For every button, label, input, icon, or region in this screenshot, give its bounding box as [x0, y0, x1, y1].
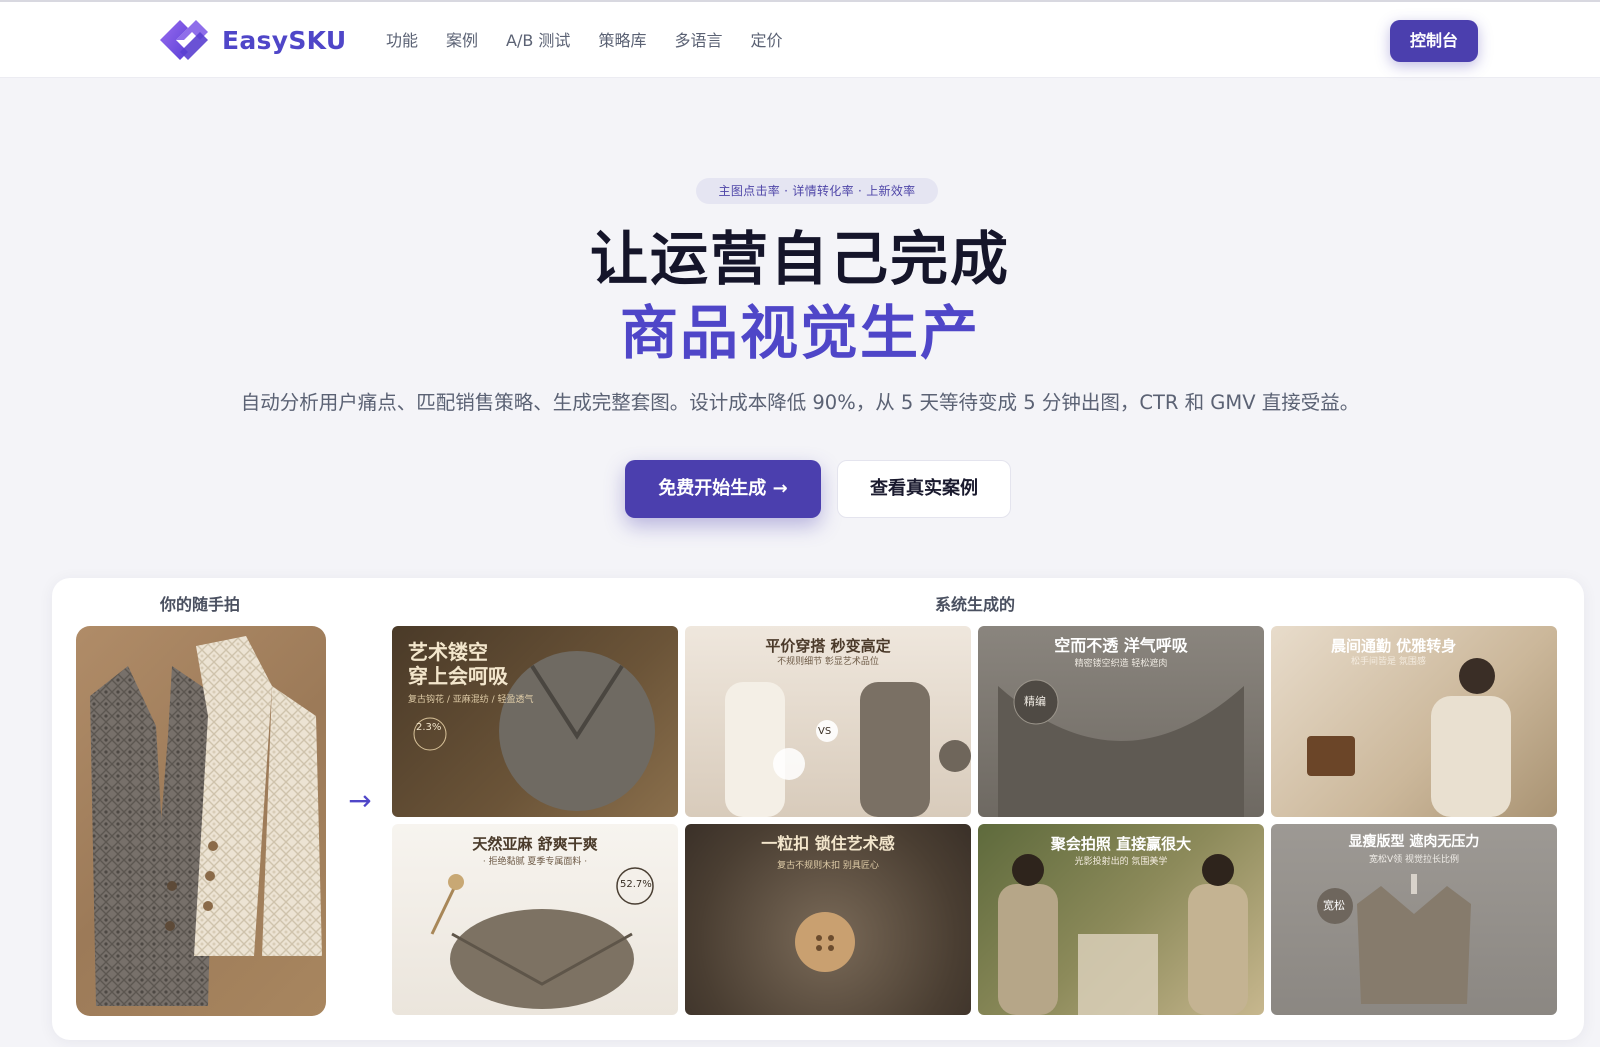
hero-title-line2: 商品视觉生产	[619, 299, 980, 367]
generated-image-tile[interactable]: 平价穿搭 秒变高定 不规则细节 彰显艺术品位 VS	[685, 626, 971, 817]
generated-image-tile[interactable]: 聚会拍照 直接赢很大 光影投射出的 氛围美学	[978, 824, 1264, 1015]
tile-badge: 2.3%	[416, 722, 442, 733]
arrow-icon: →	[348, 784, 372, 817]
tile-subtitle: 不规则细节 彰显艺术品位	[777, 657, 879, 667]
nav-link-ab-test[interactable]: A/B 测试	[506, 28, 570, 54]
generated-image-tile[interactable]: 艺术镂空 穿上会呵吸 复古钩花 / 亚麻混纺 / 轻盈透气 2.3%	[392, 626, 678, 817]
nav-links: 功能 案例 A/B 测试 策略库 多语言 定价	[386, 28, 782, 54]
tile-title: 平价穿搭 秒变高定	[765, 637, 891, 655]
tile-subtitle: · 拒绝黏腻 夏季专属面料 ·	[482, 857, 588, 867]
tile-title: 天然亚麻 舒爽干爽	[472, 835, 598, 853]
diamond-logo-icon[interactable]	[156, 16, 212, 64]
generated-image-tile[interactable]: 一粒扣 锁住艺术感 复古不规则木扣 别具匠心	[685, 824, 971, 1015]
generated-image-tile[interactable]: 空而不透 洋气呼吸 精密镂空织造 轻松遮肉 精编	[978, 626, 1264, 817]
tile-title: 空而不透 洋气呼吸	[1054, 636, 1188, 655]
view-cases-button[interactable]: 查看真实案例	[837, 460, 1011, 518]
tile-subtitle: 精密镂空织造 轻松遮肉	[1074, 659, 1168, 669]
hero-title-line1: 让运营自己完成	[589, 225, 1010, 293]
start-generating-button[interactable]: 免费开始生成 →	[625, 460, 821, 518]
console-button[interactable]: 控制台	[1390, 20, 1478, 62]
nav-link-multilingual[interactable]: 多语言	[674, 28, 722, 54]
generated-images-label: 系统生成的	[934, 595, 1015, 614]
tile-subtitle: 复古不规则木扣 别具匠心	[777, 861, 879, 871]
generated-image-grid: 艺术镂空 穿上会呵吸 复古钩花 / 亚麻混纺 / 轻盈透气 2.3% 平价穿搭 …	[392, 626, 1558, 1016]
tile-badge: VS	[818, 726, 832, 737]
tile-subtitle: 光影投射出的 氛围美学	[1074, 857, 1168, 867]
nav-link-pricing[interactable]: 定价	[750, 28, 782, 54]
tile-badge: 52.7%	[620, 879, 652, 890]
tile-subtitle: 松手间皆是 氛围感	[1351, 657, 1426, 667]
tile-title: 一粒扣 锁住艺术感	[761, 834, 895, 853]
nav-link-strategy-library[interactable]: 策略库	[598, 28, 646, 54]
hero-subtitle: 自动分析用户痛点、匹配销售策略、生成完整套图。设计成本降低 90%，从 5 天等…	[240, 391, 1360, 414]
nav-link-cases[interactable]: 案例	[446, 28, 478, 54]
top-navigation-bar: EasySKU 功能 案例 A/B 测试 策略库 多语言 定价 控制台	[0, 2, 1600, 78]
tile-title: 晨间通勤 优雅转身	[1331, 637, 1457, 655]
brand-name[interactable]: EasySKU	[222, 22, 346, 60]
tile-title: 聚会拍照 直接赢很大	[1050, 835, 1192, 853]
tile-badge: 宽松	[1323, 899, 1345, 912]
tile-subtitle: 宽松V领 视觉拉长比例	[1368, 855, 1460, 865]
generated-image-tile[interactable]: 天然亚麻 舒爽干爽 · 拒绝黏腻 夏季专属面料 · 52.7%	[392, 824, 678, 1015]
tile-title: 艺术镂空 穿上会呵吸	[408, 640, 508, 688]
tile-badge: 精编	[1024, 695, 1046, 708]
generated-image-tile[interactable]: 晨间通勤 优雅转身 松手间皆是 氛围感	[1271, 626, 1557, 817]
nav-link-features[interactable]: 功能	[386, 28, 418, 54]
tile-subtitle: 复古钩花 / 亚麻混纺 / 轻盈透气	[408, 695, 534, 705]
metrics-badge: 主图点击率 · 详情转化率 · 上新效率	[696, 178, 938, 204]
input-photo-label: 你的随手拍	[159, 595, 240, 614]
input-product-photo	[76, 626, 326, 1016]
tile-title: 显瘦版型 遮肉无压力	[1348, 834, 1480, 850]
generated-image-tile[interactable]: 显瘦版型 遮肉无压力 宽松V领 视觉拉长比例 宽松	[1271, 824, 1557, 1015]
